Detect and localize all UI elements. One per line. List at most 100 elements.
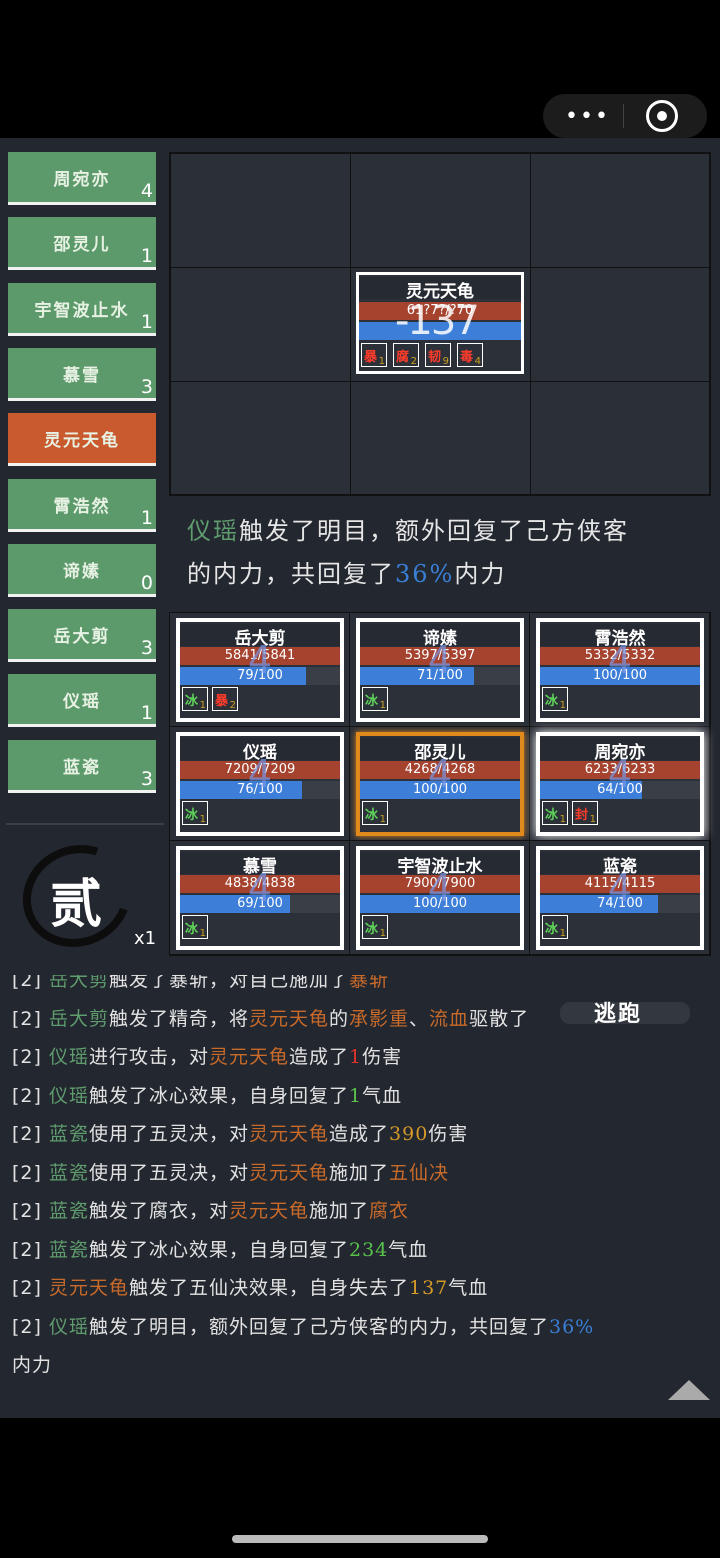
log-segment: 岳大剪 bbox=[48, 975, 109, 991]
buff-count: 4 bbox=[474, 356, 481, 367]
ally-buff[interactable]: 封1 bbox=[572, 801, 598, 825]
buff-count: 1 bbox=[559, 700, 566, 711]
expand-log-icon[interactable] bbox=[668, 1380, 710, 1400]
ally-card[interactable]: 谛嫊 5397/5397 71/100 4 冰 1 bbox=[356, 618, 524, 722]
buff-count: 1 bbox=[379, 814, 386, 825]
ally-buff[interactable]: 冰1 bbox=[362, 915, 388, 939]
ally-buff-row: 冰1 bbox=[180, 801, 340, 825]
log-line: [2] 岳大剪触发了暴斩，对自己施加了暴斩 bbox=[12, 975, 389, 992]
log-segment: [2] bbox=[12, 1084, 49, 1107]
miniprogram-capsule: ••• bbox=[543, 94, 707, 138]
log-segment: 施加了 bbox=[309, 1200, 370, 1222]
log-segment: 伤害 bbox=[428, 1123, 469, 1145]
grid-cell bbox=[170, 267, 351, 382]
buff-count: 1 bbox=[199, 814, 206, 825]
ally-buff-row: 冰1 bbox=[540, 915, 700, 939]
home-indicator[interactable] bbox=[232, 1535, 488, 1543]
turn-order-item[interactable]: 霄浩然 1 bbox=[8, 478, 156, 532]
grid-cell bbox=[350, 153, 531, 268]
ally-hp-bar: 7209/7209 bbox=[180, 761, 340, 779]
ally-buff[interactable]: 冰1 bbox=[542, 801, 568, 825]
turn-order-item[interactable]: 谛嫊 0 bbox=[8, 543, 156, 597]
log-segment: 蓝瓷 bbox=[48, 1123, 89, 1145]
ally-card[interactable]: 蓝瓷 4115/4115 74/100 4 冰 1 bbox=[536, 846, 704, 950]
ally-mp-bar: 74/100 bbox=[540, 895, 700, 913]
grid-cell bbox=[530, 267, 710, 382]
ally-mp-text: 79/100 bbox=[237, 668, 283, 683]
log-line: 内力 bbox=[12, 1350, 52, 1377]
turn-order-name: 周宛亦 bbox=[53, 170, 111, 190]
buff-count: 2 bbox=[410, 356, 417, 367]
turn-order-item[interactable]: 周宛亦 4 bbox=[8, 152, 156, 205]
ally-card[interactable]: 霄浩然 5332/5332 100/100 4 冰 1 bbox=[536, 618, 704, 722]
ally-mp-bar: 71/100 bbox=[360, 667, 520, 685]
ally-buff-row: 冰1暴2 bbox=[180, 687, 340, 711]
log-segment: 1 bbox=[349, 1046, 363, 1068]
ally-mp-bar: 100/100 bbox=[360, 781, 520, 799]
turn-order-name: 慕雪 bbox=[63, 365, 101, 386]
buff-count: 1 bbox=[559, 928, 566, 939]
enemy-name: 灵元天龟 bbox=[359, 277, 521, 302]
turn-order-count: 3 bbox=[140, 637, 153, 660]
buff-char: 冰 bbox=[185, 922, 199, 937]
log-segment: [2] bbox=[12, 1277, 49, 1299]
ally-mp-bar: 69/100 bbox=[180, 895, 340, 913]
ally-buff[interactable]: 冰1 bbox=[182, 915, 208, 939]
ally-buff[interactable]: 冰1 bbox=[362, 801, 388, 825]
log-segment: 五仙决 bbox=[389, 1161, 450, 1184]
log-segment: 蓝瓷 bbox=[48, 1161, 89, 1184]
log-line: [2] 蓝瓷触发了冰心效果，自身回复了234气血 bbox=[12, 1235, 428, 1262]
escape-button[interactable]: 逃跑 bbox=[560, 990, 690, 1036]
ally-card[interactable]: 宇智波止水 7900/7900 100/100 4 冰 1 bbox=[356, 846, 524, 950]
ally-buff[interactable]: 冰1 bbox=[542, 687, 568, 711]
log-segment: 造成了 bbox=[329, 1123, 390, 1145]
more-icon[interactable]: ••• bbox=[565, 104, 610, 129]
turn-order-item[interactable]: 邵灵儿 1 bbox=[8, 217, 156, 271]
grid-cell bbox=[170, 381, 351, 495]
close-target-icon[interactable] bbox=[646, 100, 678, 132]
log-segment: 气血 bbox=[448, 1277, 489, 1299]
speed-multiplier[interactable]: x1 bbox=[134, 928, 156, 949]
enemy-buff[interactable]: 韧9 bbox=[425, 343, 451, 367]
ally-name: 宇智波止水 bbox=[360, 852, 520, 877]
buff-char: 冰 bbox=[545, 808, 559, 823]
log-segment: [2] bbox=[12, 1161, 49, 1184]
turn-order-name: 霄浩然 bbox=[53, 496, 111, 517]
log-segment: 灵元天龟 bbox=[248, 1007, 329, 1030]
log-segment: 灵元天龟 bbox=[48, 1277, 129, 1299]
log-segment: 触发了冰心效果，自身回复了 bbox=[88, 1238, 349, 1261]
ally-card[interactable]: 仪瑶 7209/7209 76/100 4 冰 1 bbox=[176, 732, 344, 836]
enemy-buff[interactable]: 腐2 bbox=[393, 343, 419, 367]
buff-count: 1 bbox=[199, 928, 206, 939]
battle-log[interactable]: [2] 岳大剪触发了暴斩，对自己施加了暴斩 [2] 岳大剪触发了精奇，将灵元天龟的… bbox=[0, 975, 720, 1418]
turn-order-item[interactable]: 慕雪 3 bbox=[8, 347, 156, 401]
log-segment: 灵元天龟 bbox=[228, 1200, 309, 1222]
ally-buff[interactable]: 冰1 bbox=[362, 687, 388, 711]
ally-card[interactable]: 邵灵儿 4268/4268 100/100 4 冰 1 bbox=[356, 732, 524, 836]
turn-order-item[interactable]: 岳大剪 3 bbox=[8, 609, 156, 663]
ally-card[interactable]: 慕雪 4838/4838 69/100 4 冰 1 bbox=[176, 846, 344, 950]
turn-order-item[interactable]: 灵元天龟 bbox=[8, 413, 156, 467]
ally-buff[interactable]: 冰1 bbox=[182, 687, 208, 711]
buff-char: 暴 bbox=[364, 350, 378, 365]
turn-order-item[interactable]: 宇智波止水 1 bbox=[8, 282, 156, 336]
log-segment: 触发了暴斩，对自己施加了 bbox=[108, 975, 349, 991]
ally-buff[interactable]: 冰1 bbox=[182, 801, 208, 825]
ally-buff[interactable]: 冰1 bbox=[542, 915, 568, 939]
ally-card[interactable]: 岳大剪 5841/5841 79/100 4 冰 1 暴 2 bbox=[176, 618, 344, 722]
log-line: [2] 蓝瓷使用了五灵决，对灵元天龟造成了390伤害 bbox=[12, 1119, 468, 1146]
ally-card[interactable]: 周宛亦 6233/6233 64/100 4 冰 1 封 1 bbox=[536, 732, 704, 836]
log-line: [2] 仪瑶触发了明目，额外回复了己方侠客的内力，共回复了36% bbox=[12, 1312, 594, 1339]
turn-order-item[interactable]: 仪瑶 1 bbox=[8, 674, 156, 728]
enemy-buff[interactable]: 毒4 bbox=[457, 343, 483, 367]
ally-hp-text: 5332/5332 bbox=[584, 648, 656, 663]
turn-order-name: 谛嫊 bbox=[63, 561, 101, 582]
turn-order-item[interactable]: 蓝瓷 3 bbox=[8, 739, 156, 793]
enemy-buff[interactable]: 暴1 bbox=[361, 343, 387, 367]
ally-buff[interactable]: 暴2 bbox=[212, 687, 238, 711]
ally-buff-row: 冰1 bbox=[360, 915, 520, 939]
buff-count: 1 bbox=[199, 700, 206, 711]
log-segment: 触发了腐衣，对 bbox=[88, 1200, 229, 1222]
ally-name: 蓝瓷 bbox=[540, 852, 700, 877]
log-segment: [2] bbox=[12, 975, 49, 991]
